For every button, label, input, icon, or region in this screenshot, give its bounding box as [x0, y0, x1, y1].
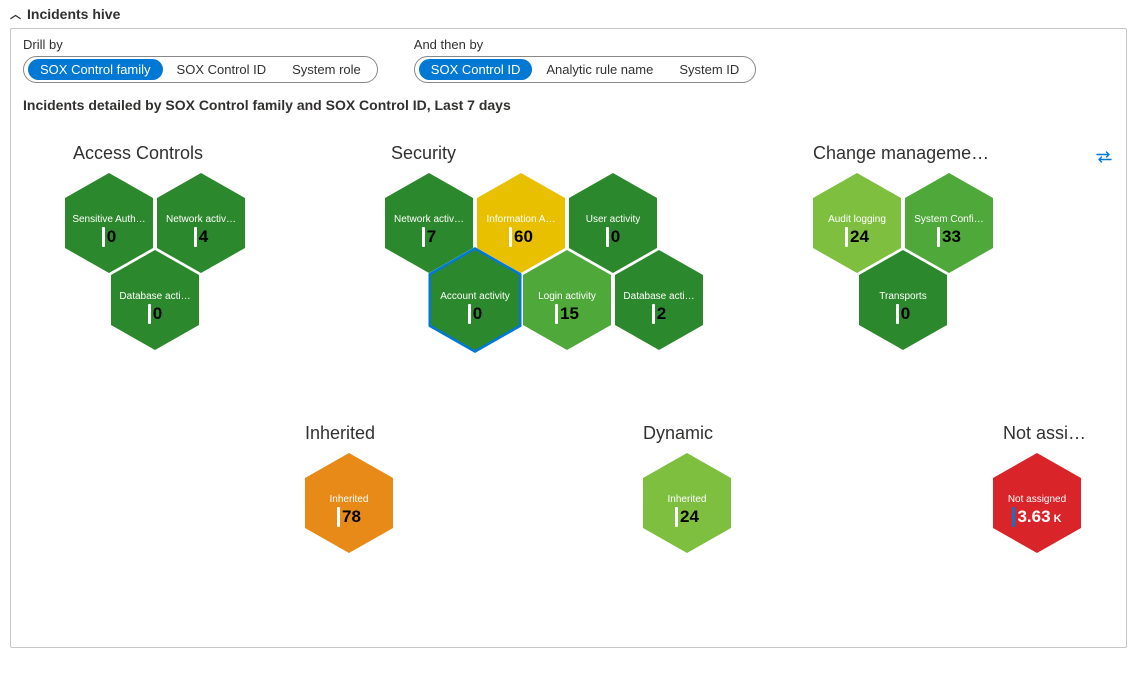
hex-label: Information A… [487, 214, 556, 225]
hex-value: 78 [342, 507, 361, 527]
hex-value-row: 2 [652, 304, 666, 324]
hex-indicator-bar [845, 227, 848, 247]
hex-tile[interactable]: Transports 0 [859, 250, 947, 350]
hex-value-row: 0 [468, 304, 482, 324]
hex-label: Inherited [668, 494, 707, 505]
group-title: Security [391, 143, 456, 164]
hex-label: Login activity [538, 291, 596, 302]
hex-label: User activity [586, 214, 640, 225]
hex-indicator-bar [937, 227, 940, 247]
hex-value-row: 0 [606, 227, 620, 247]
hex-tile[interactable]: Database acti… 2 [615, 250, 703, 350]
hex-value: 24 [680, 507, 699, 527]
group-title: Access Controls [73, 143, 203, 164]
hex-value: 24 [850, 227, 869, 247]
hex-indicator-bar [652, 304, 655, 324]
hex-indicator-bar [468, 304, 471, 324]
hex-body: Inherited 78 [305, 453, 393, 553]
hex-value: 2 [657, 304, 666, 324]
hex-indicator-bar [555, 304, 558, 324]
hex-indicator-bar [1012, 507, 1015, 527]
hex-label: Network activ… [166, 214, 236, 225]
hex-value-row: 24 [675, 507, 699, 527]
hex-label: Network activ… [394, 214, 464, 225]
hex-label: Database acti… [119, 291, 190, 302]
hex-body: Not assigned 3.63 K [993, 453, 1081, 553]
hex-indicator-bar [337, 507, 340, 527]
group-title: Inherited [305, 423, 375, 444]
hex-label: Not assigned [1008, 494, 1066, 505]
hex-label: Sensitive Auth… [72, 214, 145, 225]
hex-value-row: 78 [337, 507, 361, 527]
drill-controls: Drill by SOX Control familySOX Control I… [23, 37, 1114, 83]
hex-value-row: 7 [422, 227, 436, 247]
hex-label: System Confi… [914, 214, 983, 225]
hex-indicator-bar [422, 227, 425, 247]
hex-indicator-bar [102, 227, 105, 247]
hex-body: Login activity 15 [523, 250, 611, 350]
drill-primary-option[interactable]: SOX Control ID [165, 59, 279, 80]
hex-value: 0 [153, 304, 162, 324]
hex-value: 0 [473, 304, 482, 324]
group-title: Change manageme… [813, 143, 989, 164]
hex-value: 33 [942, 227, 961, 247]
group-title: Dynamic [643, 423, 713, 444]
hex-indicator-bar [509, 227, 512, 247]
hex-value: 7 [427, 227, 436, 247]
hex-indicator-bar [675, 507, 678, 527]
hex-body: Database acti… 2 [615, 250, 703, 350]
hex-label: Transports [879, 291, 926, 302]
hex-tile[interactable]: Inherited 24 [643, 453, 731, 553]
drill-secondary-option[interactable]: Analytic rule name [534, 59, 665, 80]
hex-value-row: 0 [102, 227, 116, 247]
hex-tile[interactable]: Database acti… 0 [111, 250, 199, 350]
chevron-up-icon: ︿ [10, 6, 21, 22]
hex-value-row: 3.63 K [1012, 507, 1061, 527]
hex-tile[interactable]: Account activity 0 [431, 250, 519, 350]
group-title: Not assi… [1003, 423, 1086, 444]
hex-value-row: 33 [937, 227, 961, 247]
hex-label: Inherited [330, 494, 369, 505]
hex-label: Account activity [440, 291, 509, 302]
hive-chart: Access Controls Sensitive Auth… 0 Network a… [23, 143, 1114, 623]
hex-indicator-bar [606, 227, 609, 247]
hex-label: Database acti… [623, 291, 694, 302]
hex-value: 3.63 [1017, 507, 1050, 527]
hex-value: 4 [199, 227, 208, 247]
hex-value: 15 [560, 304, 579, 324]
drill-primary-option[interactable]: SOX Control family [28, 59, 163, 80]
hex-body: Database acti… 0 [111, 250, 199, 350]
hex-value: 60 [514, 227, 533, 247]
hex-value: 0 [107, 227, 116, 247]
drill-secondary-option[interactable]: SOX Control ID [419, 59, 533, 80]
drill-secondary-option[interactable]: System ID [667, 59, 751, 80]
hex-unit: K [1054, 513, 1062, 527]
hex-value-row: 24 [845, 227, 869, 247]
section-title: Incidents hive [27, 6, 120, 22]
hex-value-row: 60 [509, 227, 533, 247]
hex-tile[interactable]: Not assigned 3.63 K [993, 453, 1081, 553]
drill-primary-label: Drill by [23, 37, 378, 52]
hex-tile[interactable]: Login activity 15 [523, 250, 611, 350]
hive-panel: Drill by SOX Control familySOX Control I… [10, 28, 1127, 648]
hex-body: Inherited 24 [643, 453, 731, 553]
hex-body: Transports 0 [859, 250, 947, 350]
hex-value: 0 [611, 227, 620, 247]
hex-value: 0 [901, 304, 910, 324]
drill-primary-option[interactable]: System role [280, 59, 373, 80]
hex-indicator-bar [896, 304, 899, 324]
hex-value-row: 0 [896, 304, 910, 324]
hex-value-row: 4 [194, 227, 208, 247]
hex-indicator-bar [194, 227, 197, 247]
drill-secondary-label: And then by [414, 37, 757, 52]
hex-value-row: 15 [555, 304, 579, 324]
chart-subtitle: Incidents detailed by SOX Control family… [23, 97, 1114, 113]
hex-value-row: 0 [148, 304, 162, 324]
drill-primary-group: SOX Control familySOX Control IDSystem r… [23, 56, 378, 83]
hex-indicator-bar [148, 304, 151, 324]
section-toggle[interactable]: ︿ Incidents hive [10, 6, 1127, 22]
hex-label: Audit logging [828, 214, 886, 225]
hex-tile[interactable]: Inherited 78 [305, 453, 393, 553]
drill-secondary-group: SOX Control IDAnalytic rule nameSystem I… [414, 56, 757, 83]
